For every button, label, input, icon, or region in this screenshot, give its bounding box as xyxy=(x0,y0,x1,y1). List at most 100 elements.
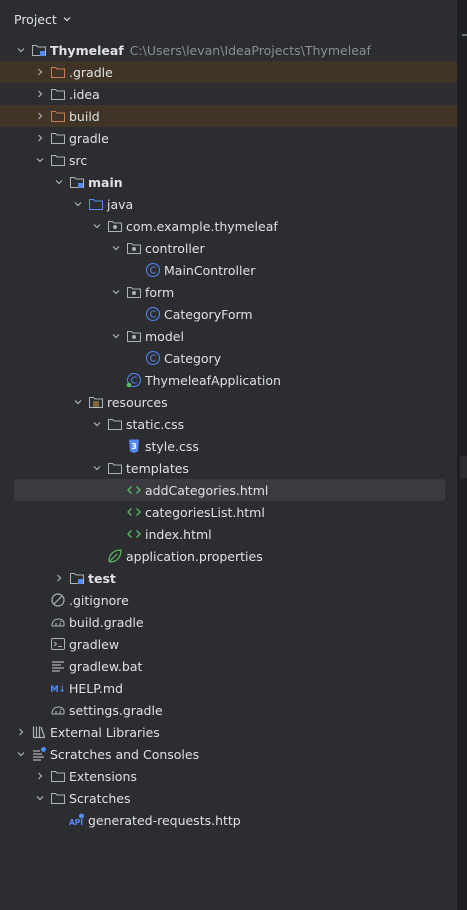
tree-label: java xyxy=(107,196,134,212)
package-icon xyxy=(126,328,142,344)
tree-item-gitignore[interactable]: .gitignore xyxy=(0,589,457,611)
project-title: Project xyxy=(14,11,57,27)
tree-item-test[interactable]: test xyxy=(0,567,457,589)
tree-item-controller[interactable]: controller xyxy=(0,237,457,259)
tree-label: src xyxy=(69,152,88,168)
excluded-folder-icon xyxy=(50,64,66,80)
tree-label: Category xyxy=(164,350,222,366)
tree-item-application-properties[interactable]: application.properties xyxy=(0,545,457,567)
folder-icon xyxy=(50,86,66,102)
chevron-down-icon[interactable] xyxy=(33,153,47,167)
folder-icon xyxy=(50,768,66,784)
chevron-down-icon[interactable] xyxy=(14,747,28,761)
project-header[interactable]: Project xyxy=(0,0,457,38)
package-icon xyxy=(126,240,142,256)
tree-label: categoriesList.html xyxy=(145,504,265,520)
tree-item-gradlew[interactable]: gradlew xyxy=(0,633,457,655)
tree-label: .gitignore xyxy=(69,592,129,608)
tree-item-static-css[interactable]: static.css xyxy=(0,413,457,435)
chevron-right-icon[interactable] xyxy=(33,109,47,123)
tree-item-external-libraries[interactable]: External Libraries xyxy=(0,721,457,743)
editor-edge xyxy=(458,0,467,910)
tree-item-java[interactable]: java xyxy=(0,193,457,215)
tree-label: form xyxy=(145,284,175,300)
chevron-right-icon[interactable] xyxy=(33,769,47,783)
tree-label: controller xyxy=(145,240,205,256)
tree-label: main xyxy=(88,174,123,190)
chevron-down-icon[interactable] xyxy=(109,285,123,299)
chevron-down-icon[interactable] xyxy=(90,461,104,475)
project-tree: Thymeleaf C:\Users\levan\IdeaProjects\Th… xyxy=(0,39,457,831)
chevron-down-icon[interactable] xyxy=(90,417,104,431)
folder-icon xyxy=(50,130,66,146)
tree-item-package[interactable]: com.example.thymeleaf xyxy=(0,215,457,237)
html-file-icon xyxy=(126,482,142,498)
tree-item-main-controller[interactable]: C MainController xyxy=(0,259,457,281)
gradle-icon xyxy=(50,614,66,630)
tree-item-settings-gradle[interactable]: settings.gradle xyxy=(0,699,457,721)
tree-item-dot-gradle[interactable]: .gradle xyxy=(0,61,457,83)
svg-text:3: 3 xyxy=(131,442,137,451)
folder-icon xyxy=(50,152,66,168)
module-folder-icon xyxy=(31,42,47,58)
svg-text:C: C xyxy=(150,266,157,277)
tree-item-main[interactable]: main xyxy=(0,171,457,193)
tree-item-gradlew-bat[interactable]: gradlew.bat xyxy=(0,655,457,677)
tree-label: External Libraries xyxy=(50,724,160,740)
chevron-down-icon[interactable] xyxy=(90,219,104,233)
spring-boot-class-icon: C xyxy=(126,372,142,388)
tree-item-index-html[interactable]: index.html xyxy=(0,523,457,545)
module-folder-icon xyxy=(69,570,85,586)
tree-label: model xyxy=(145,328,184,344)
tree-item-category-form[interactable]: C CategoryForm xyxy=(0,303,457,325)
scratches-icon xyxy=(31,746,47,762)
tree-item-help-md[interactable]: M↓ HELP.md xyxy=(0,677,457,699)
tree-item-categories-list-html[interactable]: categoriesList.html xyxy=(0,501,457,523)
chevron-down-icon[interactable] xyxy=(71,395,85,409)
tree-item-scratches-and-consoles[interactable]: Scratches and Consoles xyxy=(0,743,457,765)
terminal-icon xyxy=(50,636,66,652)
tree-item-style-css[interactable]: 3 style.css xyxy=(0,435,457,457)
library-icon xyxy=(31,724,47,740)
tree-label: addCategories.html xyxy=(145,482,269,498)
chevron-right-icon[interactable] xyxy=(33,65,47,79)
root-path: C:\Users\levan\IdeaProjects\Thymeleaf xyxy=(129,42,371,58)
chevron-down-icon[interactable] xyxy=(14,43,28,57)
tree-item-scratches[interactable]: Scratches xyxy=(0,787,457,809)
tree-item-resources[interactable]: resources xyxy=(0,391,457,413)
tree-item-templates[interactable]: templates xyxy=(0,457,457,479)
tree-item-add-categories-html[interactable]: addCategories.html xyxy=(14,479,445,501)
tree-item-model[interactable]: model xyxy=(0,325,457,347)
chevron-down-icon[interactable] xyxy=(109,329,123,343)
chevron-right-icon[interactable] xyxy=(33,87,47,101)
tree-item-thymeleaf-application[interactable]: C ThymeleafApplication xyxy=(0,369,457,391)
tree-label: templates xyxy=(126,460,189,476)
chevron-down-icon[interactable] xyxy=(109,241,123,255)
chevron-right-icon[interactable] xyxy=(14,725,28,739)
chevron-right-icon[interactable] xyxy=(52,571,66,585)
tree-item-idea[interactable]: .idea xyxy=(0,83,457,105)
tree-item-category[interactable]: C Category xyxy=(0,347,457,369)
chevron-down-icon[interactable] xyxy=(71,197,85,211)
chevron-right-icon[interactable] xyxy=(33,131,47,145)
package-icon xyxy=(126,284,142,300)
chevron-down-icon[interactable] xyxy=(62,14,72,24)
css-file-icon: 3 xyxy=(126,438,142,454)
tree-item-build-gradle[interactable]: build.gradle xyxy=(0,611,457,633)
tree-item-gradle[interactable]: gradle xyxy=(0,127,457,149)
tree-label: generated-requests.http xyxy=(88,812,241,828)
tree-label: static.css xyxy=(126,416,185,432)
tree-item-build[interactable]: build xyxy=(0,105,457,127)
tree-label: settings.gradle xyxy=(69,702,163,718)
folder-icon xyxy=(107,460,123,476)
tree-item-generated-requests-http[interactable]: API generated-requests.http xyxy=(0,809,457,831)
tree-item-extensions[interactable]: Extensions xyxy=(0,765,457,787)
tree-item-form[interactable]: form xyxy=(0,281,457,303)
tree-item-src[interactable]: src xyxy=(0,149,457,171)
package-icon xyxy=(107,218,123,234)
tree-label: gradlew.bat xyxy=(69,658,143,674)
chevron-down-icon[interactable] xyxy=(33,791,47,805)
tree-item-thymeleaf-root[interactable]: Thymeleaf C:\Users\levan\IdeaProjects\Th… xyxy=(0,39,457,61)
ignore-file-icon xyxy=(50,592,66,608)
chevron-down-icon[interactable] xyxy=(52,175,66,189)
